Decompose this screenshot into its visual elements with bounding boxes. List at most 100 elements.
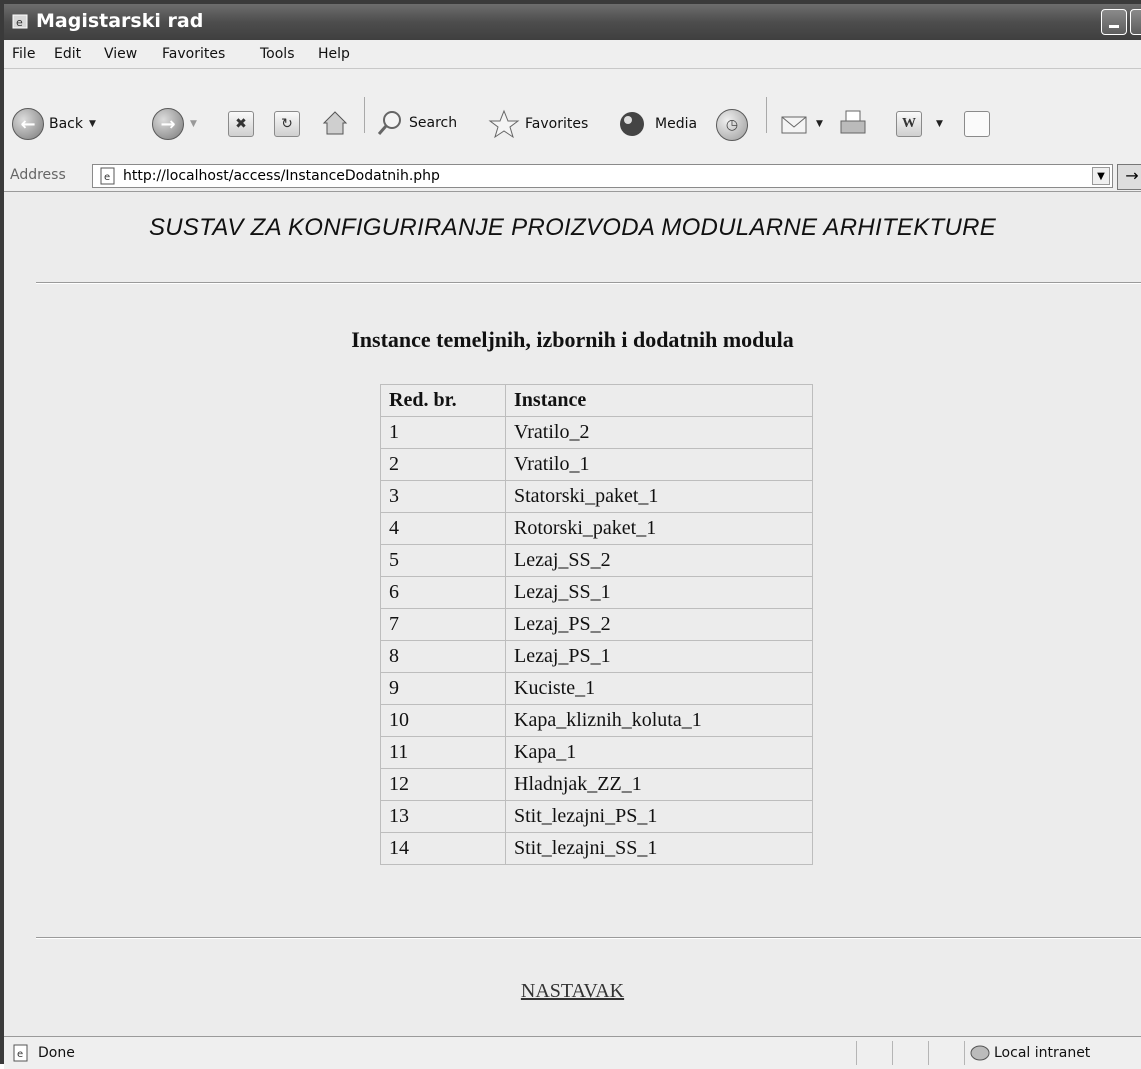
menu-help[interactable]: Help — [318, 46, 350, 62]
address-label: Address — [10, 167, 66, 183]
media-icon — [620, 112, 644, 136]
cell-instance: Lezaj_SS_2 — [505, 544, 813, 577]
table-row: 5 Lezaj_SS_2 — [380, 544, 813, 577]
table-row: 9 Kuciste_1 — [380, 672, 813, 705]
table-row: 8 Lezaj_PS_1 — [380, 640, 813, 673]
cell-number: 12 — [380, 768, 506, 801]
cell-number: 2 — [380, 448, 506, 481]
star-icon — [488, 109, 520, 139]
menu-view[interactable]: View — [104, 46, 137, 62]
address-input[interactable]: e http://localhost/access/InstanceDodatn… — [92, 164, 1113, 188]
stop-button[interactable]: ✖ — [228, 111, 254, 137]
print-button[interactable] — [838, 109, 870, 139]
back-arrow-icon: ← — [12, 108, 44, 140]
edit-word-button[interactable]: W ▼ — [896, 111, 943, 137]
forward-button[interactable]: → ▼ — [152, 108, 197, 140]
back-button[interactable]: ← Back ▼ — [12, 108, 96, 140]
chevron-down-icon[interactable]: ▼ — [936, 119, 943, 129]
favorites-label: Favorites — [525, 116, 589, 132]
cell-instance: Lezaj_PS_1 — [505, 640, 813, 673]
history-button[interactable]: ◷ — [716, 109, 748, 141]
svg-text:e: e — [16, 16, 23, 29]
refresh-icon: ↻ — [274, 111, 300, 137]
menu-edit[interactable]: Edit — [54, 46, 81, 62]
table-row: 11 Kapa_1 — [380, 736, 813, 769]
divider — [36, 937, 1141, 939]
table-row: 12 Hladnjak_ZZ_1 — [380, 768, 813, 801]
cell-number: 3 — [380, 480, 506, 513]
menu-favorites[interactable]: Favorites — [162, 46, 225, 62]
chevron-down-icon[interactable]: ▼ — [89, 119, 96, 129]
cell-instance: Lezaj_PS_2 — [505, 608, 813, 641]
search-label: Search — [409, 115, 458, 131]
note-icon — [964, 111, 990, 137]
cell-instance: Vratilo_2 — [505, 416, 813, 449]
cell-instance: Statorski_paket_1 — [505, 480, 813, 513]
cell-instance: Kuciste_1 — [505, 672, 813, 705]
media-button[interactable]: Media — [618, 109, 697, 139]
cell-instance: Hladnjak_ZZ_1 — [505, 768, 813, 801]
search-button[interactable]: Search — [376, 109, 457, 137]
history-icon: ◷ — [716, 109, 748, 141]
cell-instance: Vratilo_1 — [505, 448, 813, 481]
window-title: Magistarski rad — [36, 10, 204, 32]
cell-number: 14 — [380, 832, 506, 865]
back-label: Back — [49, 116, 83, 132]
page-title: SUSTAV ZA KONFIGURIRANJE PROIZVODA MODUL… — [148, 214, 997, 241]
cell-number: 6 — [380, 576, 506, 609]
go-arrow-icon[interactable]: → — [1117, 164, 1141, 190]
table-row: 13 Stit_lezajni_PS_1 — [380, 800, 813, 833]
word-icon: W — [896, 111, 922, 137]
cell-instance: Kapa_1 — [505, 736, 813, 769]
ie-icon: e — [12, 14, 28, 29]
stop-icon: ✖ — [228, 111, 254, 137]
column-header: Instance — [505, 384, 813, 417]
svg-text:e: e — [104, 172, 110, 183]
page-icon: e — [100, 167, 115, 185]
chevron-down-icon[interactable]: ▼ — [816, 119, 823, 129]
status-divider — [964, 1041, 965, 1065]
column-header: Red. br. — [380, 384, 506, 417]
chevron-down-icon[interactable]: ▼ — [1092, 167, 1110, 185]
cell-instance: Stit_lezajni_SS_1 — [505, 832, 813, 865]
cell-number: 8 — [380, 640, 506, 673]
cell-number: 9 — [380, 672, 506, 705]
home-button[interactable] — [320, 108, 350, 138]
intranet-icon — [970, 1045, 990, 1061]
cell-number: 11 — [380, 736, 506, 769]
continue-link[interactable]: NASTAVAK — [4, 980, 1141, 1003]
table-header-row: Red. br. Instance — [380, 384, 813, 417]
svg-text:e: e — [17, 1049, 23, 1060]
page-content: SUSTAV ZA KONFIGURIRANJE PROIZVODA MODUL… — [4, 192, 1141, 1035]
discuss-button[interactable] — [964, 111, 990, 137]
table-row: 10 Kapa_kliznih_koluta_1 — [380, 704, 813, 737]
minimize-icon — [1109, 25, 1119, 28]
cell-instance: Kapa_kliznih_koluta_1 — [505, 704, 813, 737]
toolbar-separator — [766, 97, 767, 133]
search-icon — [377, 111, 401, 135]
instances-table: Red. br. Instance 1 Vratilo_2 2 Vratilo_1 … — [380, 384, 813, 865]
table-row: 4 Rotorski_paket_1 — [380, 512, 813, 545]
cell-number: 13 — [380, 800, 506, 833]
cell-number: 5 — [380, 544, 506, 577]
printer-icon — [840, 110, 866, 134]
maximize-button[interactable] — [1130, 9, 1141, 35]
refresh-button[interactable]: ↻ — [274, 111, 300, 137]
title-bar: e Magistarski rad — [4, 4, 1141, 40]
menu-tools[interactable]: Tools — [260, 46, 295, 62]
menu-file[interactable]: File — [12, 46, 35, 62]
table-row: 2 Vratilo_1 — [380, 448, 813, 481]
status-divider — [856, 1041, 857, 1065]
cell-number: 1 — [380, 416, 506, 449]
toolbar: ← Back ▼ → ▼ ✖ ↻ Search Favorites Media … — [4, 69, 1141, 162]
zone-label: Local intranet — [994, 1045, 1091, 1061]
status-bar: e Done Local intranet — [4, 1036, 1141, 1069]
minimize-button[interactable] — [1101, 9, 1127, 35]
forward-arrow-icon: → — [152, 108, 184, 140]
mail-button[interactable]: ▼ — [780, 111, 823, 137]
page-icon: e — [13, 1044, 28, 1062]
favorites-button[interactable]: Favorites — [488, 109, 588, 139]
cell-number: 10 — [380, 704, 506, 737]
chevron-down-icon[interactable]: ▼ — [190, 119, 197, 129]
toolbar-separator — [364, 97, 365, 133]
